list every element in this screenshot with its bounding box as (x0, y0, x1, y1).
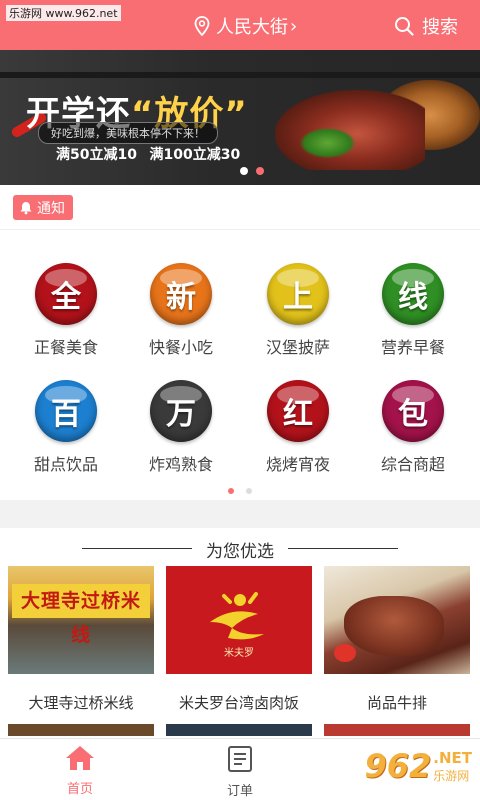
category-label: 炸鸡熟食 (148, 455, 213, 474)
notice-label: 通知 (37, 200, 65, 217)
category-item[interactable]: 全 正餐美食 (16, 263, 116, 358)
pager-dot[interactable] (246, 488, 252, 494)
watermark-text: 乐游网 www.962.net (6, 5, 121, 21)
category-item[interactable]: 万 炸鸡熟食 (131, 380, 231, 475)
banner-promo: 满50立减10 满100立减30 (56, 144, 240, 164)
category-item[interactable]: 上 汉堡披萨 (248, 263, 348, 358)
location-pin-icon (194, 16, 210, 36)
promo-banner[interactable]: 开学还“放价” 好吃到爆，美味根本停不下来！ 满50立减10 满100立减30 (0, 50, 480, 185)
category-item[interactable]: 红 烧烤宵夜 (248, 380, 348, 475)
search-label: 搜索 (422, 17, 458, 38)
category-pager (228, 488, 252, 494)
notice-button[interactable]: 通知 (13, 195, 73, 220)
restaurant-card-partial[interactable] (324, 724, 470, 736)
promo-1: 满50立减10 (56, 147, 137, 163)
tomato-image (334, 644, 356, 662)
restaurant-name: 米夫罗台湾卤肉饭 (178, 694, 299, 712)
watermark-suffix: .NET 乐游网 (433, 749, 472, 784)
restaurant-card[interactable]: 尚品牛排 (324, 566, 470, 713)
banner-pager (240, 167, 264, 175)
restaurant-image (324, 566, 470, 674)
notice-bar: 通知 (0, 185, 480, 230)
restaurant-card-partial[interactable] (8, 724, 154, 736)
category-label: 正餐美食 (33, 338, 98, 357)
tab-orders-label: 订单 (226, 784, 253, 799)
watermark-net: .NET (433, 748, 472, 767)
category-icon-wan: 万 (150, 380, 212, 442)
promo-2: 满100立减30 (149, 147, 241, 163)
watermark-site: 乐游网 (433, 768, 470, 783)
category-icon-quan: 全 (35, 263, 97, 325)
category-label: 甜点饮品 (33, 455, 98, 474)
category-label: 快餐小吃 (148, 338, 213, 357)
watermark-number: 962 (364, 747, 432, 785)
tab-home-label: 首页 (66, 782, 93, 797)
bell-icon (20, 201, 32, 214)
recommend-header: 为您优选 (0, 536, 480, 562)
restaurant-image: 米夫罗 (166, 566, 312, 674)
restaurant-image: 大理寺过桥米线 (8, 566, 154, 674)
category-icon-xin: 新 (150, 263, 212, 325)
restaurant-card-partial[interactable] (166, 724, 312, 736)
tab-home[interactable]: 首页 (40, 745, 120, 797)
order-list-icon (228, 746, 252, 772)
home-icon (66, 746, 94, 770)
category-label: 综合商超 (380, 455, 445, 474)
lettuce-decoration (300, 128, 355, 158)
recommend-title: 为您优选 (206, 542, 274, 562)
mifuluo-logo (210, 592, 264, 640)
pager-dot[interactable] (240, 167, 248, 175)
watermark-logo: 962 .NET 乐游网 (364, 747, 472, 785)
category-icon-bai: 百 (35, 380, 97, 442)
search-icon (395, 17, 414, 36)
tab-orders[interactable]: 订单 (200, 745, 280, 799)
category-label: 汉堡披萨 (265, 338, 330, 357)
category-label: 营养早餐 (380, 338, 445, 357)
chevron-right-icon: › (290, 15, 298, 37)
top-header: 乐游网 www.962.net 人民大街 › 搜索 (0, 0, 480, 50)
pager-dot-active[interactable] (256, 167, 264, 175)
storefront-sign: 大理寺过桥米线 (12, 584, 150, 646)
category-label: 烧烤宵夜 (265, 455, 330, 474)
category-icon-xian: 线 (382, 263, 444, 325)
pager-dot-active[interactable] (228, 488, 234, 494)
category-icon-shang: 上 (267, 263, 329, 325)
divider-line (288, 548, 398, 549)
location-selector[interactable]: 人民大街 › (194, 13, 297, 39)
location-label: 人民大街 (216, 17, 288, 38)
restaurant-card[interactable]: 米夫罗 米夫罗台湾卤肉饭 (166, 566, 312, 713)
brand-text: 米夫罗 (224, 648, 254, 659)
category-icon-bao: 包 (382, 380, 444, 442)
steak-image (344, 596, 444, 656)
banner-subtitle: 好吃到爆，美味根本停不下来！ (38, 122, 218, 144)
category-grid: 全 正餐美食 新 快餐小吃 上 汉堡披萨 线 营养早餐 百 甜点饮品 万 炸鸡熟… (0, 230, 480, 500)
restaurant-card[interactable]: 大理寺过桥米线 大理寺过桥米线 (8, 566, 154, 713)
restaurant-name: 大理寺过桥米线 (28, 694, 134, 712)
category-item[interactable]: 包 综合商超 (363, 380, 463, 475)
restaurant-name: 尚品牛排 (366, 694, 427, 712)
category-item[interactable]: 百 甜点饮品 (16, 380, 116, 475)
search-button[interactable]: 搜索 (394, 13, 458, 39)
category-item[interactable]: 线 营养早餐 (363, 263, 463, 358)
category-icon-hong: 红 (267, 380, 329, 442)
banner-strip (0, 72, 480, 78)
category-item[interactable]: 新 快餐小吃 (131, 263, 231, 358)
